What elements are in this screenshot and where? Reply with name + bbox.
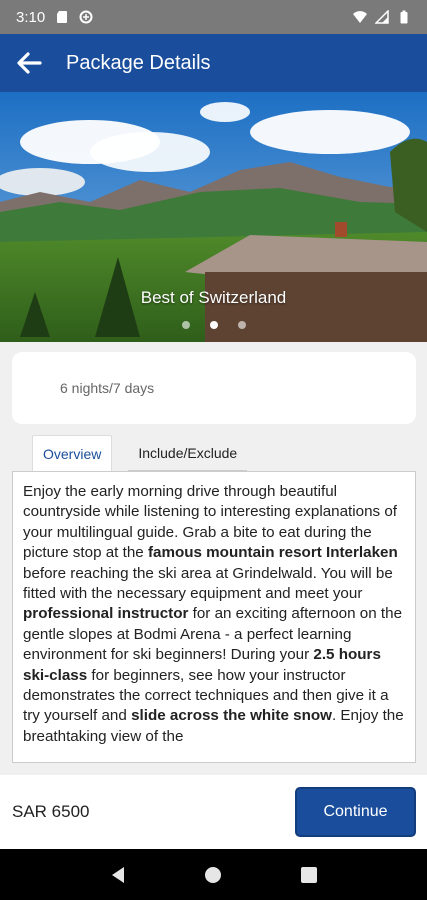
overview-highlight: professional instructor [23,605,189,623]
status-time: 3:10 [16,8,46,26]
arrow-left-icon [17,52,42,74]
recents-square-icon [301,866,318,883]
status-bar: 3:10 [0,0,427,34]
overview-highlight: slide across the white snow [131,707,332,725]
back-triangle-icon [111,866,124,883]
page-title: Package Details [66,51,211,74]
nav-home-button[interactable] [198,860,228,890]
tab-bar: Overview Include/Exclude [32,435,248,471]
data-saver-icon [79,10,93,24]
battery-icon [400,10,408,24]
package-price: SAR 6500 [12,802,90,821]
hero-carousel[interactable]: Best of Switzerland [0,92,427,342]
tab-overview[interactable]: Overview [32,435,113,471]
signal-icon [375,10,389,24]
app-bar: Package Details [0,34,427,92]
nav-back-button[interactable] [103,860,133,890]
continue-button[interactable]: Continue [295,787,416,837]
sd-card-icon [57,11,68,23]
overview-text: before reaching the ski area at Grindelw… [23,564,393,603]
carousel-dot-active[interactable] [209,321,218,329]
checkout-bar: SAR 6500 Continue [0,775,427,849]
tab-include-exclude[interactable]: Include/Exclude [128,435,248,471]
duration-card: 6 nights/7 days [12,352,416,424]
overview-description[interactable]: Enjoy the early morning drive through be… [12,471,416,763]
wifi-icon [353,11,367,23]
carousel-indicators [0,321,427,329]
back-button[interactable] [0,34,58,92]
home-circle-icon [205,866,222,883]
system-nav-bar [0,849,427,900]
carousel-dot[interactable] [237,321,246,329]
overview-highlight: famous mountain resort Interlaken [147,544,398,562]
hero-caption: Best of Switzerland [140,288,287,307]
carousel-dot[interactable] [181,321,190,329]
nav-recents-button[interactable] [294,860,324,890]
package-duration: 6 nights/7 days [60,380,155,396]
